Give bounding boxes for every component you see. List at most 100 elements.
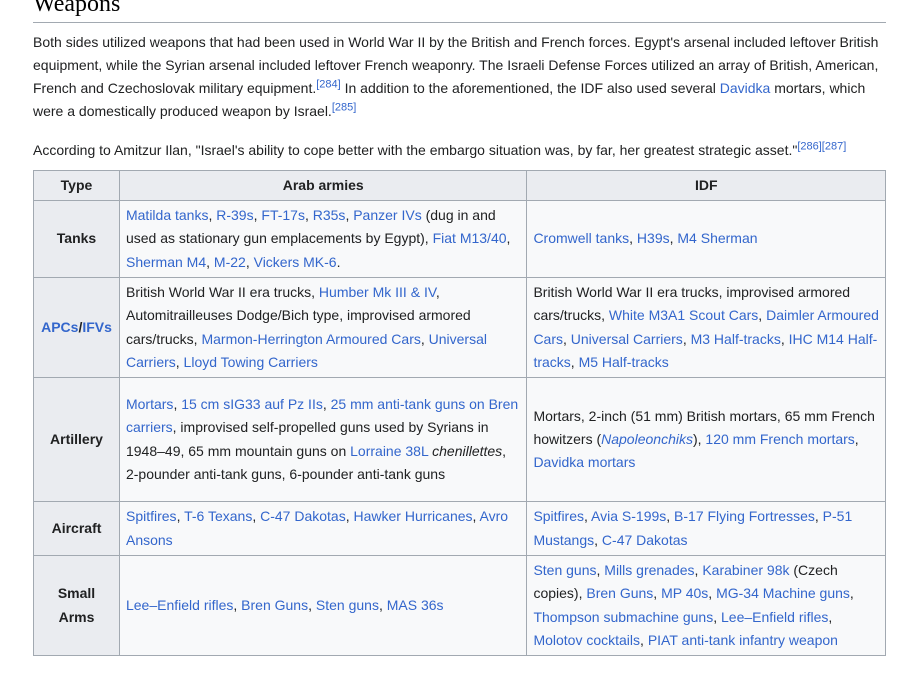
weapon-link[interactable]: Humber Mk III & IV — [319, 284, 436, 300]
cell-text: , — [378, 596, 387, 613]
weapon-link[interactable]: C-47 Dakotas — [260, 508, 346, 524]
cell-text: , — [758, 307, 767, 324]
row-type-aircraft: Aircraft — [33, 501, 120, 556]
weapon-link[interactable]: T-6 Texans — [184, 508, 252, 524]
cell-text: British World War II era trucks, — [125, 283, 319, 300]
weapon-link[interactable]: Spitfires — [126, 508, 177, 524]
quote-text: According to Amitzur Ilan, "Israel's abi… — [33, 142, 798, 158]
citation-285[interactable]: [285] — [332, 101, 356, 113]
cell-text: . — [336, 253, 341, 270]
apcs-link[interactable]: APCs — [41, 319, 78, 335]
weapon-link[interactable]: Cromwell tanks — [533, 230, 629, 246]
weapon-link[interactable]: Lee–Enfield rifles — [126, 597, 233, 613]
row-type-tanks: Tanks — [33, 200, 120, 278]
weapon-link[interactable]: Molotov cocktails — [533, 632, 640, 648]
idf-cell: Mortars, 2-inch (51 mm) British mortars,… — [526, 377, 886, 502]
table-header-row: Type Arab armies IDF — [33, 170, 886, 201]
cell-text: , — [849, 585, 854, 602]
weapon-link[interactable]: MP 40s — [661, 585, 708, 601]
idf-cell: Cromwell tanks, H39s, M4 Sherman — [526, 200, 886, 278]
cell-text: , — [713, 608, 721, 625]
cell-text: , — [666, 508, 675, 525]
weapon-link[interactable]: Mills grenades — [604, 562, 694, 578]
row-type-artillery: Artillery — [33, 377, 120, 502]
arab-cell: British World War II era trucks, Humber … — [118, 277, 528, 378]
weapon-link[interactable]: Bren Guns — [241, 597, 308, 613]
cell-text: , — [506, 230, 511, 247]
cell-text: , — [640, 631, 648, 648]
weapon-link[interactable]: B-17 Flying Fortresses — [674, 508, 815, 524]
weapon-link[interactable]: Lorraine 38L — [350, 443, 428, 459]
citation-284[interactable]: [284] — [316, 78, 340, 90]
cell-text: , — [245, 253, 254, 270]
cell-text: , — [584, 508, 592, 525]
arab-cell: Spitfires, T-6 Texans, C-47 Dakotas, Haw… — [118, 501, 528, 556]
weapon-link[interactable]: Napoleonchiks — [601, 431, 693, 447]
weapon-link[interactable]: MG-34 Machine guns — [716, 585, 850, 601]
row-type-apcs-ifvs: APCs/IFVs — [33, 277, 120, 378]
weapon-link[interactable]: Karabiner 98k — [702, 562, 789, 578]
weapon-link[interactable]: PIAT anti-tank infantry weapon — [648, 632, 838, 648]
cell-text: , — [420, 330, 429, 347]
weapon-link[interactable]: Sherman M4 — [126, 254, 206, 270]
weapon-link[interactable]: Thompson submachine guns — [533, 609, 713, 625]
table-row: Aircraft Spitfires, T-6 Texans, C-47 Dak… — [33, 501, 886, 556]
weapon-link[interactable]: C-47 Dakotas — [602, 532, 688, 548]
weapon-link[interactable]: Sten guns — [533, 562, 596, 578]
weapon-link[interactable]: Matilda tanks — [126, 207, 208, 223]
weapon-link[interactable]: Mortars — [126, 396, 173, 412]
weapon-link[interactable]: Fiat M13/40 — [433, 230, 507, 246]
cell-text: , — [570, 353, 579, 370]
weapon-link[interactable]: Lloyd Towing Carriers — [184, 354, 318, 370]
weapon-link[interactable]: FT-17s — [261, 207, 305, 223]
cell-text: , — [206, 253, 214, 270]
intro-paragraph: Both sides utilized weapons that had bee… — [33, 31, 886, 123]
arab-cell: Mortars, 15 cm sIG33 auf Pz IIs, 25 mm a… — [118, 377, 528, 502]
ifvs-link[interactable]: IFVs — [82, 319, 112, 335]
weapon-link[interactable]: Panzer IVs — [353, 207, 421, 223]
weapon-link[interactable]: M5 Half-tracks — [579, 354, 669, 370]
weapon-link[interactable]: Davidka mortars — [533, 454, 635, 470]
weapon-link[interactable]: Lee–Enfield rifles — [721, 609, 828, 625]
weapon-link[interactable]: Sten guns — [316, 597, 379, 613]
table-row: Small Arms Lee–Enfield rifles, Bren Guns… — [33, 555, 886, 656]
cell-text: , — [175, 353, 184, 370]
weapon-link[interactable]: M-22 — [214, 254, 246, 270]
weapons-table: Type Arab armies IDF Tanks Matilda tanks… — [33, 170, 886, 656]
weapon-link[interactable]: Vickers MK-6 — [254, 254, 337, 270]
table-row: APCs/IFVs British World War II era truck… — [33, 277, 886, 378]
weapon-link[interactable]: Universal Carriers — [571, 331, 683, 347]
cell-text: , — [814, 508, 823, 525]
cell-text: , — [653, 585, 662, 602]
weapon-link[interactable]: White M3A1 Scout Cars — [609, 307, 758, 323]
cell-text: , — [682, 330, 691, 347]
weapon-link[interactable]: Bren Guns — [586, 585, 653, 601]
weapon-link[interactable]: H39s — [637, 230, 670, 246]
cell-text: , — [176, 508, 185, 525]
header-type: Type — [33, 170, 120, 201]
intro-text-2: In addition to the aforementioned, the I… — [340, 80, 720, 96]
weapon-link[interactable]: R-39s — [216, 207, 253, 223]
weapon-link[interactable]: R35s — [313, 207, 346, 223]
citation-286[interactable]: [286] — [797, 140, 821, 152]
header-idf: IDF — [526, 170, 886, 201]
citation-287[interactable]: [287] — [822, 140, 846, 152]
cell-text: , — [322, 395, 331, 412]
idf-cell: Sten guns, Mills grenades, Karabiner 98k… — [526, 555, 886, 656]
row-type-small-arms: Small Arms — [33, 555, 120, 656]
weapon-link[interactable]: M3 Half-tracks — [691, 331, 781, 347]
weapon-link[interactable]: MAS 36s — [387, 597, 444, 613]
cell-text: , — [708, 585, 717, 602]
weapon-link[interactable]: Spitfires — [533, 508, 584, 524]
weapon-link[interactable]: Avia S-199s — [591, 508, 666, 524]
cell-text: , — [629, 230, 637, 247]
table-row: Artillery Mortars, 15 cm sIG33 auf Pz II… — [33, 377, 886, 502]
davidka-link[interactable]: Davidka — [720, 80, 771, 96]
weapon-link[interactable]: Marmon-Herrington Armoured Cars — [201, 331, 420, 347]
weapon-link[interactable]: M4 Sherman — [677, 230, 757, 246]
weapon-link[interactable]: Hawker Hurricanes — [353, 508, 472, 524]
cell-text: , — [854, 430, 859, 447]
weapon-link[interactable]: 120 mm French mortars — [705, 431, 854, 447]
cell-text: chenillettes — [432, 442, 503, 459]
weapon-link[interactable]: 15 cm sIG33 auf Pz IIs — [181, 396, 323, 412]
